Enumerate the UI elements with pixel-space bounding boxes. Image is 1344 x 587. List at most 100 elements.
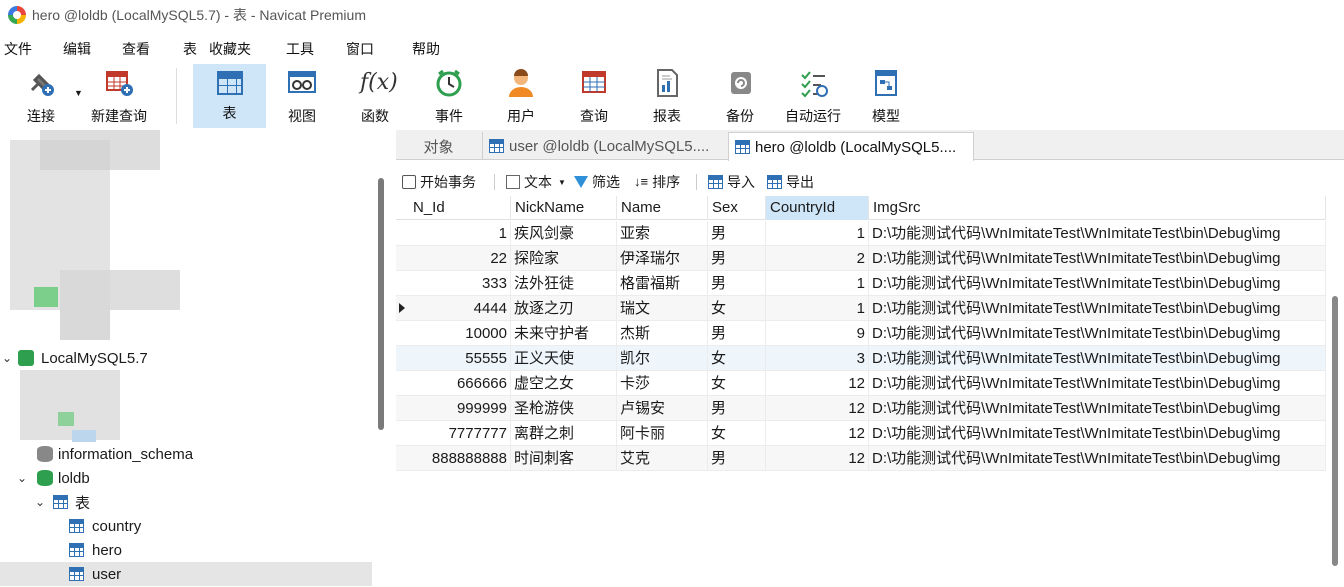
export-button[interactable]: 导出 (767, 172, 814, 192)
table-cell[interactable]: D:\功能测试代码\WnImitateTest\WnImitateTest\bi… (869, 221, 1326, 246)
table-cell[interactable]: 格雷福斯 (617, 271, 708, 296)
table-cell[interactable]: 虚空之女 (511, 371, 617, 396)
model-button[interactable]: 模型 (858, 64, 914, 128)
table-cell[interactable]: 女 (708, 346, 766, 371)
table-cell[interactable]: 圣枪游侠 (511, 396, 617, 421)
table-cell[interactable]: 女 (708, 421, 766, 446)
table-cell[interactable]: 4444 (409, 296, 511, 321)
table-cell[interactable]: 男 (708, 396, 766, 421)
table-cell[interactable]: 时间刺客 (511, 446, 617, 471)
table-cell[interactable]: 9 (766, 321, 869, 346)
tree-table-country[interactable]: country (0, 514, 372, 538)
connect-button[interactable]: 连接 (10, 64, 72, 128)
tab-user[interactable]: user @loldb (LocalMySQL5.... (482, 132, 726, 160)
connect-dropdown-icon[interactable]: ▼ (74, 88, 83, 98)
table-row[interactable]: 666666 虚空之女 卡莎女 12 D:\功能测试代码\WnImitateTest\W… (396, 371, 1326, 396)
table-cell[interactable]: 333 (409, 271, 511, 296)
table-row[interactable]: 4444 放逐之刃 瑞文女 1 D:\功能测试代码\WnImitateTest\WnIm… (396, 296, 1326, 321)
table-row[interactable]: 22 探险家 伊泽瑞尔男 2 D:\功能测试代码\WnImitateTest\WnImi… (396, 246, 1326, 271)
menu-tools[interactable]: 工具 (286, 39, 314, 59)
table-row[interactable]: 7777777 离群之刺 阿卡丽女 12 D:\功能测试代码\WnImitateTest… (396, 421, 1326, 446)
table-cell[interactable]: 12 (766, 396, 869, 421)
table-cell[interactable]: 女 (708, 371, 766, 396)
menu-help[interactable]: 帮助 (412, 39, 440, 59)
tree-db-loldb[interactable]: ⌄ loldb (0, 466, 372, 490)
table-row[interactable]: 333 法外狂徒 格雷福斯男 1 D:\功能测试代码\WnImitateTest\WnI… (396, 271, 1326, 296)
menu-window[interactable]: 窗口 (346, 39, 374, 59)
table-cell[interactable]: 12 (766, 446, 869, 471)
chevron-down-icon[interactable]: ⌄ (17, 471, 27, 485)
table-cell[interactable]: 卢锡安 (617, 396, 708, 421)
table-cell[interactable]: 1 (766, 221, 869, 246)
column-header[interactable]: Sex (708, 196, 766, 220)
table-cell[interactable]: D:\功能测试代码\WnImitateTest\WnImitateTest\bi… (869, 246, 1326, 271)
column-header[interactable]: CountryId (766, 196, 869, 220)
table-cell[interactable]: 疾风剑豪 (511, 221, 617, 246)
table-cell[interactable]: 瑞文 (617, 296, 708, 321)
column-header[interactable]: Name (617, 196, 708, 220)
table-cell[interactable]: 7777777 (409, 421, 511, 446)
table-cell[interactable]: 男 (708, 321, 766, 346)
table-cell[interactable]: 阿卡丽 (617, 421, 708, 446)
table-cell[interactable]: D:\功能测试代码\WnImitateTest\WnImitateTest\bi… (869, 371, 1326, 396)
table-cell[interactable]: 放逐之刃 (511, 296, 617, 321)
chevron-down-icon[interactable]: ⌄ (35, 495, 45, 509)
table-cell[interactable]: 1 (766, 296, 869, 321)
menu-favorites[interactable]: 收藏夹 (209, 39, 251, 59)
menu-file[interactable]: 文件 (4, 39, 32, 59)
backup-button[interactable]: 备份 (709, 64, 771, 128)
table-cell[interactable]: 男 (708, 246, 766, 271)
table-row[interactable]: 55555 正义天使 凯尔女 3 D:\功能测试代码\WnImitateTest\WnI… (396, 346, 1326, 371)
query-button[interactable]: 查询 (563, 64, 625, 128)
user-button[interactable]: 用户 (490, 64, 552, 128)
table-cell[interactable]: D:\功能测试代码\WnImitateTest\WnImitateTest\bi… (869, 271, 1326, 296)
sort-button[interactable]: ↓≡ 排序 (634, 172, 680, 192)
import-button[interactable]: 导入 (708, 172, 755, 192)
table-cell[interactable]: 2 (766, 246, 869, 271)
table-cell[interactable]: 3 (766, 346, 869, 371)
table-cell[interactable]: 亚索 (617, 221, 708, 246)
table-cell[interactable]: D:\功能测试代码\WnImitateTest\WnImitateTest\bi… (869, 296, 1326, 321)
table-row[interactable]: 10000 未来守护者 杰斯男 9 D:\功能测试代码\WnImitateTest\Wn… (396, 321, 1326, 346)
column-header[interactable]: ImgSrc (869, 196, 1326, 220)
table-cell[interactable]: 正义天使 (511, 346, 617, 371)
table-cell[interactable]: 艾克 (617, 446, 708, 471)
table-cell[interactable]: 杰斯 (617, 321, 708, 346)
function-button[interactable]: f(x) 函数 (342, 64, 408, 128)
table-cell[interactable]: D:\功能测试代码\WnImitateTest\WnImitateTest\bi… (869, 346, 1326, 371)
tree-schema-information[interactable]: information_schema (0, 442, 372, 466)
column-header[interactable]: NickName (511, 196, 617, 220)
table-cell[interactable]: 探险家 (511, 246, 617, 271)
text-button[interactable]: 文本 ▼ (506, 172, 566, 192)
table-cell[interactable]: 离群之刺 (511, 421, 617, 446)
tab-hero[interactable]: hero @loldb (LocalMySQL5.... (728, 132, 974, 161)
table-cell[interactable]: 12 (766, 421, 869, 446)
table-cell[interactable]: D:\功能测试代码\WnImitateTest\WnImitateTest\bi… (869, 446, 1326, 471)
menu-edit[interactable]: 编辑 (63, 39, 91, 59)
table-cell[interactable]: 男 (708, 271, 766, 296)
table-cell[interactable]: 22 (409, 246, 511, 271)
event-button[interactable]: 事件 (416, 64, 482, 128)
tree-connection[interactable]: ⌄ LocalMySQL5.7 (0, 346, 372, 370)
begin-transaction-button[interactable]: 开始事务 (402, 172, 476, 192)
tree-tables-folder[interactable]: ⌄ 表 (0, 490, 372, 514)
report-button[interactable]: 报表 (636, 64, 698, 128)
table-cell[interactable]: 女 (708, 296, 766, 321)
table-cell[interactable]: 男 (708, 221, 766, 246)
new-query-button[interactable]: 新建查询 (86, 64, 152, 128)
column-header[interactable]: N_Id (409, 196, 511, 220)
table-cell[interactable]: 凯尔 (617, 346, 708, 371)
table-cell[interactable]: D:\功能测试代码\WnImitateTest\WnImitateTest\bi… (869, 321, 1326, 346)
table-cell[interactable]: 1 (766, 271, 869, 296)
grid-scrollbar[interactable] (1332, 296, 1338, 566)
table-row[interactable]: 999999 圣枪游侠 卢锡安男 12 D:\功能测试代码\WnImitateTest\… (396, 396, 1326, 421)
table-cell[interactable]: 666666 (409, 371, 511, 396)
table-cell[interactable]: 888888888 (409, 446, 511, 471)
menu-table[interactable]: 表 (183, 39, 197, 59)
table-cell[interactable]: 伊泽瑞尔 (617, 246, 708, 271)
filter-button[interactable]: 筛选 (574, 172, 620, 192)
table-row[interactable]: 1 疾风剑豪 亚索男 1 D:\功能测试代码\WnImitateTest\WnImita… (396, 221, 1326, 246)
table-cell[interactable]: 法外狂徒 (511, 271, 617, 296)
left-scrollbar[interactable] (378, 178, 384, 430)
table-cell[interactable]: D:\功能测试代码\WnImitateTest\WnImitateTest\bi… (869, 396, 1326, 421)
